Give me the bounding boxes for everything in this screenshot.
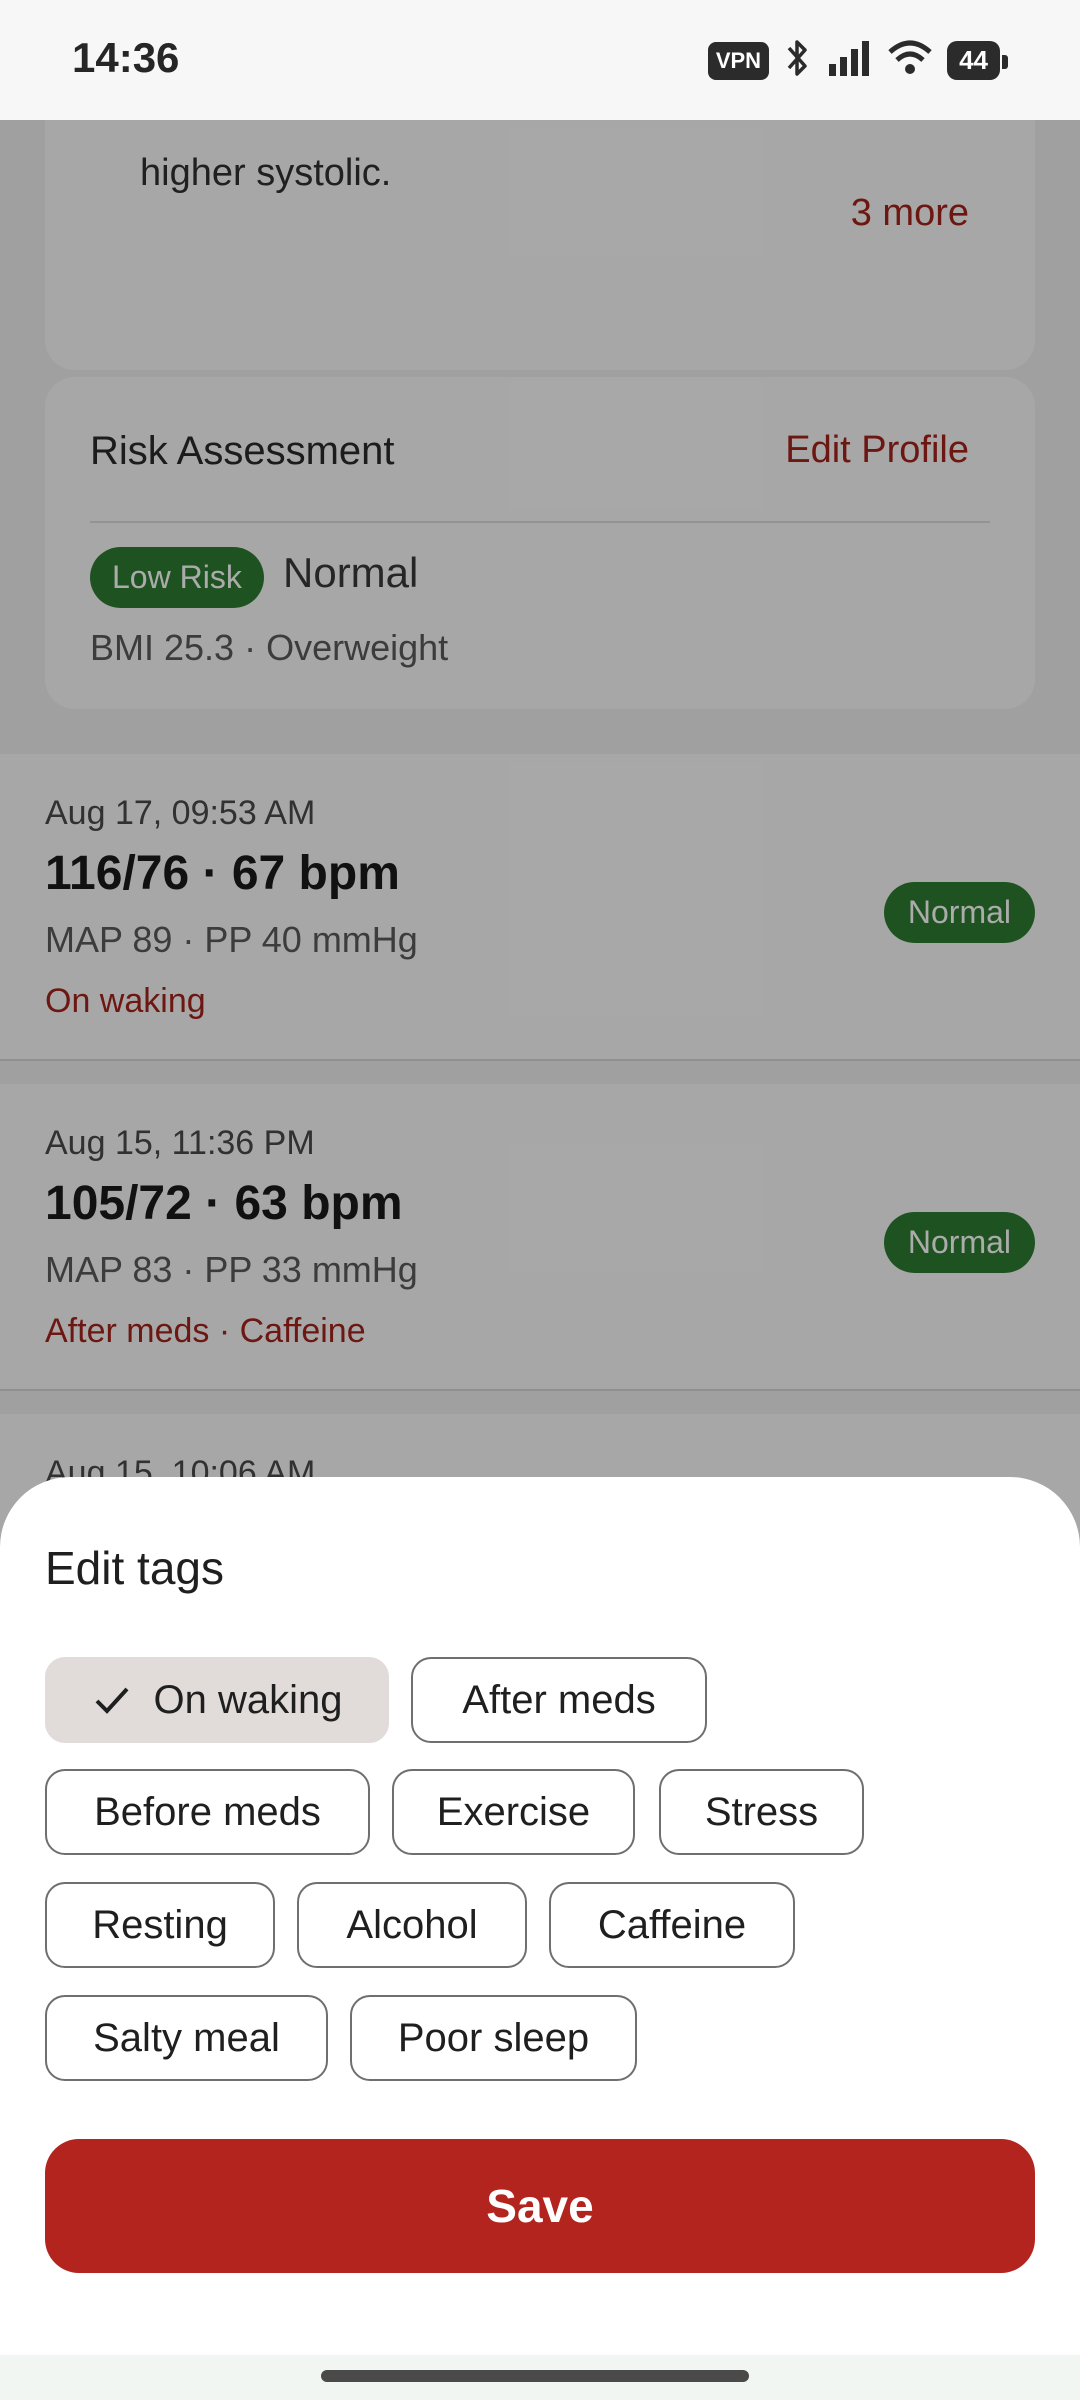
tag-chip-caffeine[interactable]: Caffeine (549, 1882, 795, 1968)
tag-chip-label: Resting (92, 1902, 228, 1947)
battery-icon: 44 (947, 41, 1008, 80)
vpn-icon: VPN (707, 41, 770, 80)
sheet-title: Edit tags (45, 1542, 224, 1594)
gesture-nav-bar (0, 2355, 1080, 2400)
wifi-icon (887, 40, 933, 81)
signal-icon (827, 40, 873, 81)
tag-chip-before-meds[interactable]: Before meds (45, 1769, 370, 1855)
tag-chip-label: Poor sleep (397, 2015, 590, 2060)
home-indicator[interactable] (321, 2370, 749, 2382)
tag-chip-label: After meds (462, 1677, 656, 1722)
status-icons: VPN 44 (707, 38, 1008, 83)
tag-chip-resting[interactable]: Resting (45, 1882, 275, 1968)
tag-chip-stress[interactable]: Stress (659, 1769, 864, 1855)
check-icon (92, 1680, 132, 1720)
tag-chip-label: Salty meal (93, 2015, 280, 2060)
tag-chip-on-waking[interactable]: On waking (45, 1657, 389, 1743)
bluetooth-icon (783, 38, 813, 83)
tag-chip-label: Caffeine (597, 1902, 747, 1947)
save-button[interactable]: Save (45, 2139, 1035, 2273)
edit-tags-sheet: Edit tags On waking After meds Before me… (0, 1477, 1080, 2400)
tag-chip-salty-meal[interactable]: Salty meal (45, 1995, 328, 2081)
tag-chip-poor-sleep[interactable]: Poor sleep (350, 1995, 637, 2081)
status-time: 14:36 (72, 34, 180, 81)
tag-chip-label: On waking (153, 1677, 343, 1722)
tag-chip-label: Before meds (94, 1789, 321, 1834)
tag-chip-alcohol[interactable]: Alcohol (297, 1882, 527, 1968)
tag-chip-after-meds[interactable]: After meds (411, 1657, 707, 1743)
tag-chip-label: Stress (704, 1789, 819, 1834)
tag-chip-label: Alcohol (346, 1902, 478, 1947)
status-bar: 14:36 VPN 44 (0, 0, 1080, 120)
tag-chip-exercise[interactable]: Exercise (392, 1769, 635, 1855)
tag-chip-label: Exercise (436, 1789, 591, 1834)
